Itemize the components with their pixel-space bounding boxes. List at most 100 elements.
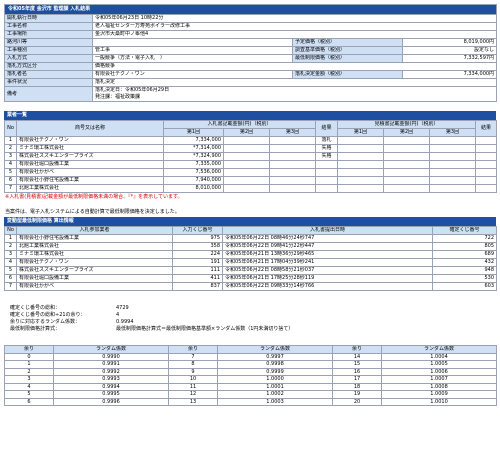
table-row: 4 有限会社堀口設備工業 7,335,000 [4,160,497,169]
bidder-name: 株式会社スズキエンタープライズ [16,152,164,161]
row-no: 5 [4,168,17,177]
table-row: 0 0.9990 7 0.9997 14 1.0004 [4,352,497,361]
info-label: 落札者名 [4,70,93,79]
col-header: 第2回 [223,128,270,137]
submit-time: 令和05年06月21日 17時04分39秒241 [222,258,433,267]
remainder: 18 [332,382,382,391]
coefficient: 1.0009 [381,390,497,399]
row-no: 5 [4,266,17,275]
calc-value: 0.9994 [116,319,134,325]
remainder: 1 [4,360,54,369]
col-header: 余り [4,345,54,354]
bidder-name: 有限会社かがべ [16,168,164,177]
input-number: 358 [172,242,223,251]
col-header: 余り [332,345,382,354]
table-row: 5 0.9995 12 1.0002 19 1.0009 [4,390,497,399]
page-title: 令和05年度 金沢市 監理課 入札結果 [3,4,498,15]
bidder-name: ミナミ環工株式会社 [16,250,173,259]
table-row: 1 0.9991 8 0.9998 15 1.0005 [4,360,497,369]
remainder: 3 [4,375,54,384]
col-header: ランダム係数 [217,345,333,354]
remainder: 20 [332,397,382,406]
bid-result: 失格 [315,152,338,161]
bid-result: 落札 [315,136,338,145]
calc-summary: 確定くじ番号の総和： 4729 確定くじ番号の総和÷21の余り： 4 余りに対応する… [4,305,496,333]
coefficient: 1.0003 [217,397,333,406]
info-value: 管工事 [92,46,293,55]
table-row: 3 ミナミ環工株式会社 224 令和05年06月21日 13時36分29秒465… [4,250,497,259]
coefficient: 0.9993 [53,375,169,384]
row-no: 7 [4,282,17,291]
remainder: 12 [168,390,218,399]
coefficient: 0.9996 [53,397,169,406]
calc-label: 余りに対応するランダム係数： [10,319,81,325]
bidders-table: No 商号又は名称 入札書記載金額(円)（税別） 結果 見積書記載金額(円)（税… [4,120,497,193]
info-value: 7,332,597円 [401,54,498,63]
bidder-name: 有限会社堀口設備工業 [16,160,164,169]
info-row: 工事場所 金沢市大桑町中ノ峯他4 [4,30,498,39]
info-value: 設定なし [401,46,498,55]
table-row: 6 0.9996 13 1.0003 20 1.0010 [4,397,497,406]
table-row: 2 北館工業株式会社 358 令和05年06月22日 09時41分22秒447 … [4,242,497,251]
col-header: 確定くじ番号 [432,226,497,235]
remainder: 19 [332,390,382,399]
info-label: 調査基準価格（税別） [292,46,403,55]
bid-result: 失格 [315,144,338,153]
submit-time: 令和05年06月22日 09時41分22秒447 [222,242,433,251]
lot-number: 530 [432,274,497,283]
info-label: 工事場所 [4,30,93,39]
page: 令和05年度 金沢市 監理課 入札結果 開札執行日時 令和05年06月23日 1… [0,0,500,454]
table-row: 6 有限会社堀口設備工業 411 令和05年06月21日 17時25分28秒11… [4,274,497,283]
info-value: 一般競争（方法・電子入札 ） [92,54,293,63]
col-header: 商号又は名称 [16,120,164,137]
info-row: 事件状況 落札決定 [4,78,498,87]
remainder: 4 [4,382,54,391]
remarks-line: 落札決定日：令和05年06月29日 [95,87,170,94]
bid-result [315,184,338,193]
row-no: 1 [4,136,17,145]
info-value: 老人福祉センター万寿苑ボイラー改修工事 [91,22,498,31]
col-header: 第3回 [429,128,476,137]
calc-value: 4729 [116,305,129,311]
col-header: 見積書記載金額(円)（税別） [337,120,476,129]
coefficient: 1.0005 [381,360,497,369]
bid-amount: 7,536,000 [163,168,224,177]
bidder-name: ミナミ環工株式会社 [16,144,164,153]
coefficient: 1.0002 [217,390,333,399]
calc-formula: 最低制限価格計算式＝最低制限価格基準額×ランダム係数（1円未満切り捨て） [116,326,294,332]
remainder: 11 [168,382,218,391]
row-no: 2 [4,144,17,153]
lot-number: 689 [432,250,497,259]
table-row: 1 有限会社小野住宅設備工業 975 令和05年06月22日 08時46分24秒… [4,234,497,243]
col-header: 第2回 [383,128,430,137]
col-header: 第1回 [163,128,224,137]
bid-amount: *7,314,000 [163,144,224,153]
info-value: 有限会社テクノ・ワン [92,70,293,79]
table-row: 2 0.9992 9 0.9999 16 1.0006 [4,367,497,376]
col-header: 結果 [315,120,338,137]
col-header: ランダム係数 [381,345,497,354]
lot-number: 805 [432,242,497,251]
bid-result [315,160,338,169]
info-label: 落札方式区分 [4,62,93,71]
info-label: 路河川等 [4,38,93,47]
info-value: 7,334,000円 [401,70,498,79]
bid-result [315,176,338,185]
coefficient: 0.9990 [53,352,169,361]
coefficient: 0.9991 [53,360,169,369]
coefficient: 0.9998 [217,360,333,369]
row-no: 3 [4,152,17,161]
input-number: 224 [172,250,223,259]
row-no: 1 [4,234,17,243]
table-row: 7 有限会社かがべ 837 令和05年06月22日 09時33分14秒766 6… [4,282,497,291]
table-row: 3 株式会社スズキエンタープライズ *7,324,900 失格 [4,152,497,161]
remainder: 13 [168,397,218,406]
table-row: 5 株式会社スズキエンタープライズ 111 令和05年06月22日 08時58分… [4,266,497,275]
remainder: 0 [4,352,54,361]
input-number: 111 [172,266,223,275]
remarks-line: 発注課：福祉政策課 [95,94,141,100]
info-value: 金沢市大桑町中ノ峯他4 [91,30,498,39]
row-no: 6 [4,176,17,185]
info-value [92,38,293,47]
bidder-name: 有限会社小野住宅設備工業 [16,234,173,243]
